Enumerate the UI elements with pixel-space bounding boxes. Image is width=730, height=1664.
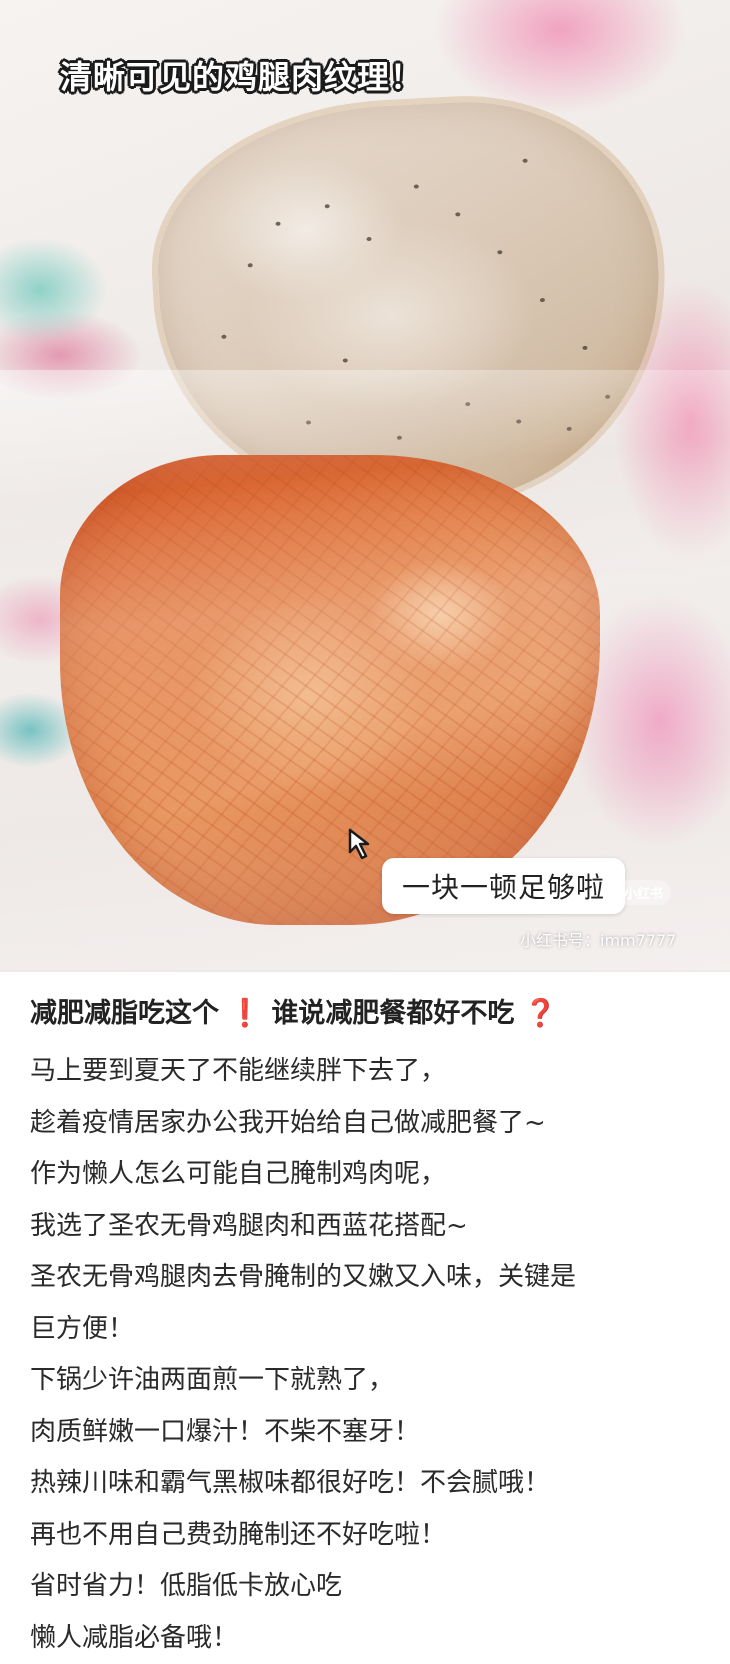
post-line: 我选了圣农无骨鸡腿肉和西蓝花搭配~ <box>30 1201 700 1253</box>
post-title: 减肥减脂吃这个 ❗ 谁说减肥餐都好不吃 ❓ <box>30 994 700 1034</box>
xiaohongshu-logo: 小红书 <box>616 880 671 905</box>
post-line: 省时省力！低脂低卡放心吃 <box>30 1561 700 1613</box>
arrow-cursor-icon <box>346 826 382 862</box>
post-line: 圣农无骨鸡腿肉去骨腌制的又嫩又入味，关键是 <box>30 1252 700 1304</box>
post-line: 下锅少许油两面煎一下就熟了， <box>30 1355 700 1407</box>
photo-caption: 清晰可见的鸡腿肉纹理！ <box>60 52 423 98</box>
post-line: 作为懒人怎么可能自己腌制鸡肉呢， <box>30 1149 700 1201</box>
title-text-1: 减肥减脂吃这个 <box>30 998 219 1029</box>
post-photo[interactable]: 清晰可见的鸡腿肉纹理！ 一块一顿足够啦 小红书 小红书号：imm7777 <box>0 0 730 972</box>
post-line: 再也不用自己费劲腌制还不好吃啦！ <box>30 1510 700 1562</box>
title-text-2: 谁说减肥餐都好不吃 <box>271 998 514 1029</box>
post-line: 趁着疫情居家办公我开始给自己做减肥餐了~ <box>30 1098 700 1150</box>
post-line: 懒人减脂必备哦！ <box>30 1613 700 1664</box>
exclamation-icon: ❗ <box>228 998 262 1029</box>
post-line: 巨方便！ <box>30 1304 700 1356</box>
post-line: 肉质鲜嫩一口爆汁！不柴不塞牙！ <box>30 1407 700 1459</box>
post-line: 马上要到夏天了不能继续胖下去了， <box>30 1046 700 1098</box>
photo-sticker-label: 一块一顿足够啦 <box>382 858 625 914</box>
post-body: 减肥减脂吃这个 ❗ 谁说减肥餐都好不吃 ❓ 马上要到夏天了不能继续胖下去了， 趁… <box>0 972 730 1664</box>
post-line: 热辣川味和霸气黑椒味都很好吃！不会腻哦！ <box>30 1458 700 1510</box>
question-icon: ❓ <box>524 998 558 1029</box>
account-watermark: 小红书号：imm7777 <box>520 927 676 951</box>
